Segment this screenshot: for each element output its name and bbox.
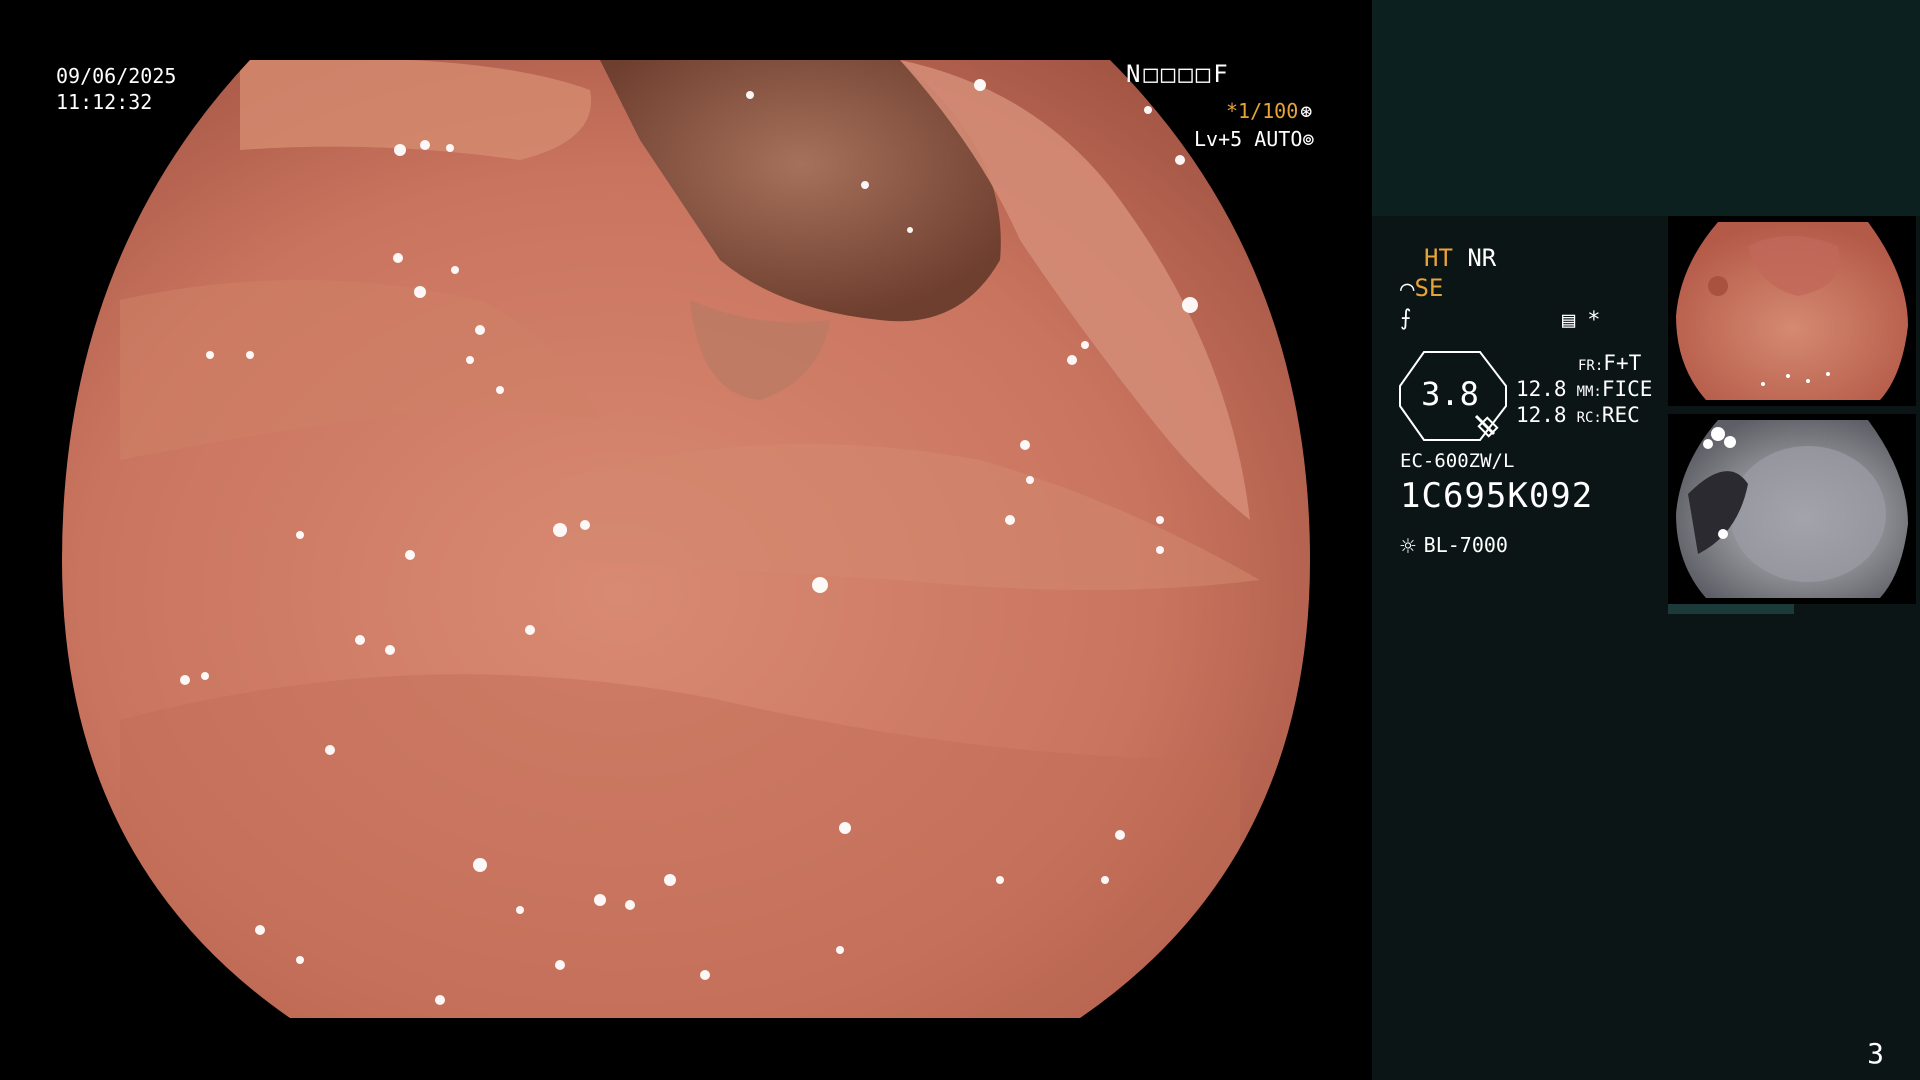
endoscopic-image xyxy=(62,60,1310,1018)
light-source-row: ☼ BL-7000 xyxy=(1400,532,1508,562)
iris-text: Lv+5 AUTO xyxy=(1194,127,1303,151)
star-mark: * xyxy=(1587,308,1601,333)
date-text: 09/06/2025 xyxy=(56,64,177,88)
thumbnail-image-1 xyxy=(1676,222,1908,400)
mm-label: MM: xyxy=(1576,384,1602,400)
fr-value: F+T xyxy=(1603,351,1642,375)
readout-value-2: 12.8 xyxy=(1516,403,1567,427)
captured-thumbnail-1[interactable] xyxy=(1668,216,1916,406)
thumbnail-image-2 xyxy=(1676,420,1908,598)
aperture-icon: ⊛ xyxy=(1300,99,1313,123)
light-source-text: BL-7000 xyxy=(1423,533,1508,557)
iris-readout: Lv+5 AUTO⊚ xyxy=(1194,127,1314,151)
date-time-display: 09/06/2025 11:12:32 xyxy=(56,64,176,116)
info-side-panel: HT NR ⌒SE ⨍ ▤ * 3.8 FR:F+T 12.8 MM:FICE 12… xyxy=(1372,0,1920,1080)
rc-label: RC: xyxy=(1576,410,1602,426)
ht-tag: HT xyxy=(1424,244,1453,272)
iris-icon: ⊚ xyxy=(1302,127,1315,151)
rc-value: REC xyxy=(1601,403,1640,427)
scope-model-text: EC-600ZW/L xyxy=(1400,450,1515,472)
shutter-speed-readout: *1/100 ⊛ xyxy=(1226,99,1312,123)
scope-serial-text: 1C695K092 xyxy=(1400,476,1594,516)
memory-card-icon: ▤ xyxy=(1562,308,1576,333)
panel-header-block xyxy=(1372,0,1920,216)
light-source-icon: ☼ xyxy=(1400,532,1416,562)
patient-id-text: N□□□□F xyxy=(1126,60,1231,88)
readout-value-1: 12.8 xyxy=(1516,377,1567,401)
memory-status: ▤ * xyxy=(1562,308,1613,333)
structure-enhance-row: ⌒SE xyxy=(1400,274,1443,302)
fr-label: FR: xyxy=(1578,358,1604,374)
filter-icon: ⨍ xyxy=(1400,306,1412,331)
mm-value: FICE xyxy=(1601,377,1653,401)
endoscope-live-view: 09/06/2025 11:12:32 N□□□□F *1/100 ⊛ Lv+5 … xyxy=(0,0,1372,1080)
processor-readouts: FR:F+T 12.8 MM:FICE 12.8 RC:REC xyxy=(1516,350,1652,428)
shutter-speed-text: *1/100 xyxy=(1226,99,1299,123)
se-tag: SE xyxy=(1414,274,1444,302)
captured-thumbnail-2[interactable] xyxy=(1668,414,1916,604)
structure-enhance-icon: ⌒ xyxy=(1400,274,1415,302)
time-text: 11:12:32 xyxy=(56,90,153,114)
nr-tag: NR xyxy=(1467,244,1497,272)
enhancement-row: HT NR xyxy=(1424,244,1496,272)
thumbnail-indicator-bar xyxy=(1668,604,1794,614)
page-number: 3 xyxy=(1867,1037,1884,1070)
zoom-value: 3.8 xyxy=(1421,375,1479,413)
